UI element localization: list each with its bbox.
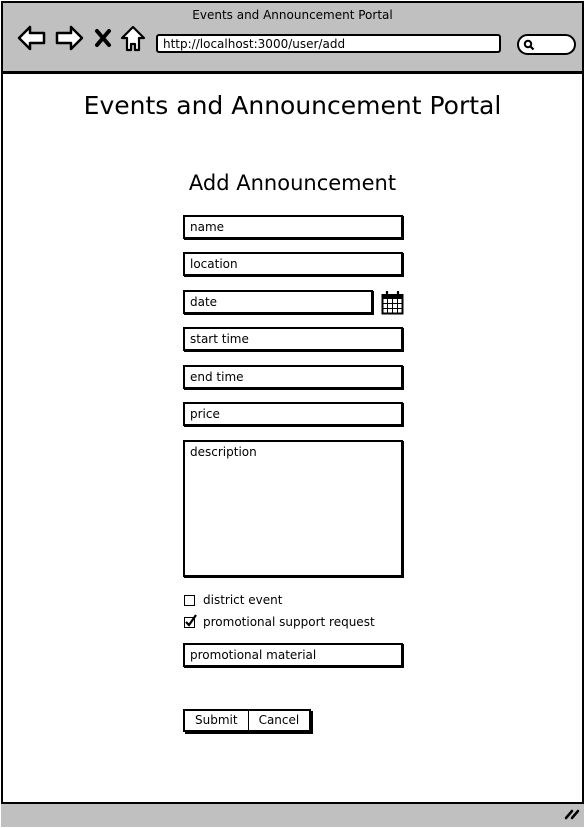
browser-search-box[interactable] — [517, 34, 576, 55]
search-icon — [523, 39, 535, 51]
window-title: Events and Announcement Portal — [192, 8, 393, 22]
form-title: Add Announcement — [188, 171, 397, 195]
browser-chrome: Events and Announcement Portal http://lo… — [3, 3, 582, 74]
district-event-checkbox-row[interactable]: district event — [184, 593, 282, 607]
calendar-icon[interactable] — [381, 290, 404, 319]
name-input[interactable]: name — [183, 215, 403, 239]
description-textarea[interactable]: description — [183, 440, 403, 577]
forward-icon[interactable] — [54, 25, 84, 55]
date-input[interactable]: date — [183, 290, 373, 314]
location-input[interactable]: location — [183, 252, 403, 276]
district-event-checkbox[interactable] — [184, 594, 195, 606]
promotional-material-input[interactable]: promotional material — [183, 643, 403, 667]
promotional-support-checkbox[interactable] — [184, 613, 197, 628]
stop-icon[interactable] — [94, 28, 112, 52]
promotional-support-label: promotional support request — [203, 615, 375, 629]
form-button-group: Submit Cancel — [183, 709, 312, 732]
url-bar[interactable]: http://localhost:3000/user/add — [156, 34, 501, 53]
home-icon[interactable] — [120, 25, 146, 57]
checkmark-icon — [185, 613, 197, 627]
submit-button[interactable]: Submit — [185, 711, 248, 730]
promotional-support-checkbox-row[interactable]: promotional support request — [184, 613, 375, 629]
district-event-label: district event — [203, 593, 283, 607]
start-time-input[interactable]: start time — [183, 327, 403, 351]
end-time-input[interactable]: end time — [183, 365, 403, 389]
back-icon[interactable] — [17, 25, 47, 55]
price-input[interactable]: price — [183, 402, 403, 426]
page-title: Events and Announcement Portal — [83, 91, 502, 120]
status-bar — [1, 802, 584, 827]
cancel-button[interactable]: Cancel — [247, 711, 310, 730]
resize-grip-icon[interactable] — [564, 805, 580, 824]
